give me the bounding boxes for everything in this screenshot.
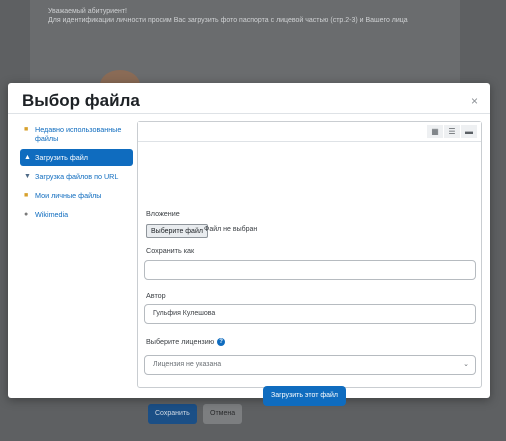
notice-greeting: Уважаемый абитуриент! (48, 8, 127, 15)
nav-item-label: Wikimedia (35, 210, 69, 219)
nav-item-private-files[interactable]: ■ Мои личные файлы (20, 187, 133, 204)
view-switcher: ▦ ☰ ▬ (426, 125, 477, 138)
license-select-value: Лицензия не указана (153, 361, 222, 368)
file-picker-modal: Выбор файла × ■ Недавно использованные ф… (8, 83, 490, 406)
background-cancel-button: Отмена (203, 404, 243, 424)
repository-nav: ■ Недавно использованные файлы ▲ Загрузи… (20, 121, 133, 225)
save-as-label: Сохранить как (146, 246, 195, 255)
save-as-input[interactable] (144, 260, 476, 280)
license-select[interactable]: Лицензия не указана ⌄ (144, 355, 476, 375)
file-status-text: Файл не выбран (204, 226, 258, 233)
modal-divider (8, 113, 490, 114)
close-icon[interactable]: × (471, 94, 478, 108)
license-label: Выберите лицензию? (146, 337, 226, 347)
panel-toolbar: ▦ ☰ ▬ (138, 122, 481, 142)
author-label: Автор (146, 291, 166, 300)
private-files-icon: ■ (24, 192, 29, 199)
chevron-down-icon: ⌄ (463, 361, 469, 368)
notice-body: Для идентификации личности просим Вас за… (48, 17, 408, 24)
nav-item-label: Загрузить файл (35, 153, 88, 162)
nav-item-label: Загрузка файлов по URL (35, 172, 119, 181)
nav-item-recent-files[interactable]: ■ Недавно использованные файлы (20, 121, 133, 147)
url-download-icon: ▼ (24, 173, 31, 180)
grid-view-icon[interactable]: ▦ (427, 125, 443, 138)
upload-icon: ▲ (24, 154, 31, 161)
choose-file-button[interactable]: Выберите файл (146, 224, 208, 238)
nav-item-label: Недавно использованные файлы (35, 125, 122, 143)
folder-view-icon[interactable]: ▬ (461, 125, 477, 138)
recent-files-icon: ■ (24, 126, 29, 133)
background-save-button: Сохранить (148, 404, 197, 424)
nav-item-url-download[interactable]: ▼ Загрузка файлов по URL (20, 168, 133, 185)
license-label-text: Выберите лицензию (146, 337, 215, 346)
upload-file-button[interactable]: Загрузить этот файл (263, 386, 346, 406)
upload-panel: ▦ ☰ ▬ Вложение Выберите файл Файл не выб… (137, 121, 482, 406)
nav-item-upload-file[interactable]: ▲ Загрузить файл (20, 149, 133, 166)
background-notice: Уважаемый абитуриент! Для идентификации … (48, 7, 448, 25)
nav-item-wikimedia[interactable]: ● Wikimedia (20, 206, 133, 223)
help-icon[interactable]: ? (217, 338, 226, 347)
modal-title: Выбор файла (22, 91, 140, 110)
author-input[interactable]: Гульфия Кулешова (144, 304, 476, 324)
nav-item-label: Мои личные файлы (35, 191, 102, 200)
background-footer (0, 395, 506, 441)
list-view-icon[interactable]: ☰ (444, 125, 460, 138)
attachment-label: Вложение (146, 209, 180, 218)
wikimedia-icon: ● (24, 211, 29, 218)
